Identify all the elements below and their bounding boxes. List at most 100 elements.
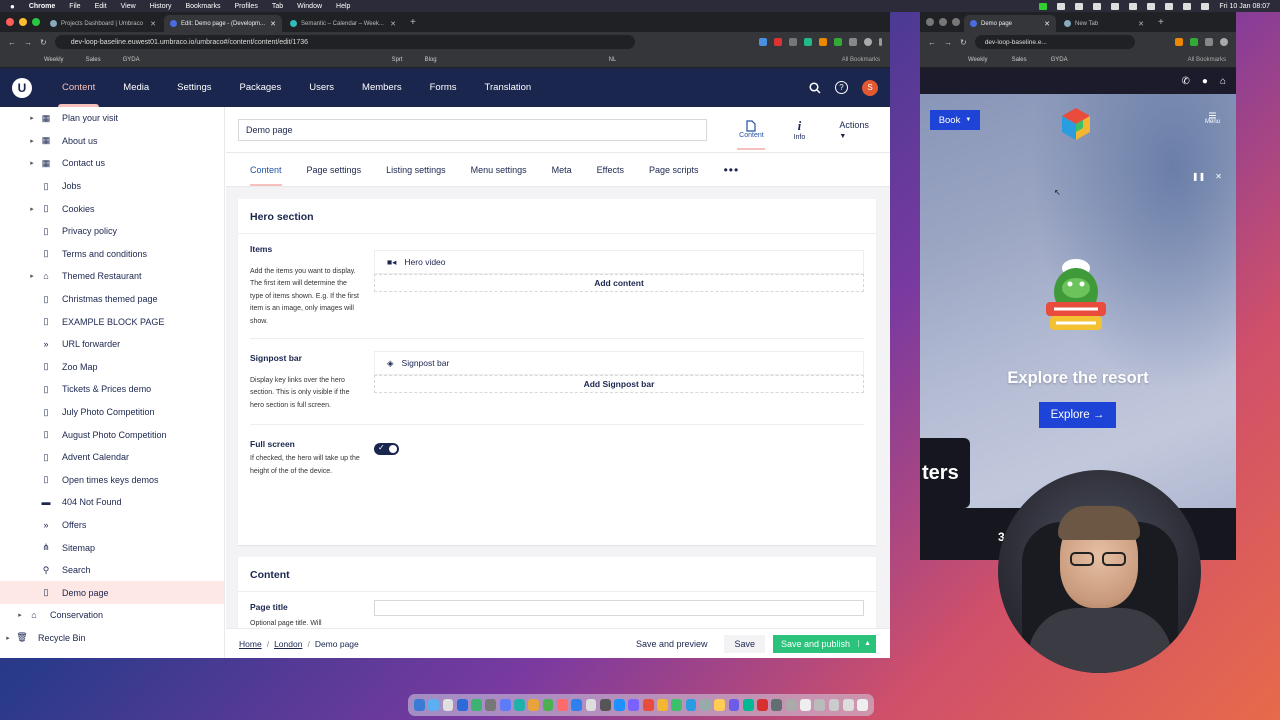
facetime-icon[interactable] — [1039, 2, 1048, 10]
extension-icon[interactable] — [1205, 38, 1213, 46]
extension-icon[interactable] — [834, 38, 842, 46]
dock-app-icon[interactable] — [442, 699, 454, 711]
forward-icon[interactable]: → — [944, 38, 952, 47]
dock-app-icon[interactable] — [542, 699, 554, 711]
umbraco-logo[interactable]: U — [12, 77, 32, 98]
menubar-app-name[interactable]: Chrome — [29, 3, 55, 10]
site-logo-icon[interactable] — [1058, 106, 1094, 142]
url-field[interactable]: dev-loop-baseline.euwest01.umbraco.io/um… — [54, 35, 635, 49]
dock-app-icon[interactable] — [857, 699, 868, 711]
bookmark-weekly[interactable]: Weekly — [44, 57, 64, 63]
menubar-clock[interactable]: Fri 10 Jan 08:07 — [1219, 3, 1270, 10]
tab-listing-settings[interactable]: Listing settings — [386, 153, 446, 186]
dock-app-icon[interactable] — [814, 699, 826, 711]
section-settings[interactable]: Settings — [163, 68, 225, 107]
dock-app-icon[interactable] — [800, 699, 811, 711]
dock-app-icon[interactable] — [428, 699, 440, 711]
save-and-preview-button[interactable]: Save and preview — [627, 639, 717, 649]
section-forms[interactable]: Forms — [416, 68, 471, 107]
status-icon[interactable] — [1147, 2, 1156, 10]
expand-caret-icon[interactable]: ▸ — [14, 611, 26, 619]
close-tab-icon[interactable]: ✕ — [1044, 20, 1050, 28]
profile-icon[interactable] — [864, 38, 872, 46]
menu-edit[interactable]: Edit — [95, 3, 107, 10]
tree-item[interactable]: ▯ Privacy policy — [0, 220, 224, 243]
extension-icon[interactable] — [759, 38, 767, 46]
bookmark-weekly[interactable]: Weekly — [968, 57, 988, 63]
tree-item[interactable]: ▸ ▦ About us — [0, 130, 224, 153]
section-packages[interactable]: Packages — [225, 68, 295, 107]
tree-item[interactable]: ⋔ Sitemap — [0, 536, 224, 559]
forward-icon[interactable]: → — [24, 38, 32, 47]
tree-item[interactable]: ▯ Demo page — [0, 581, 224, 605]
tree-item[interactable]: ▯ EXAMPLE BLOCK PAGE — [0, 310, 224, 333]
browser-tab[interactable]: Semantic – Calendar – Week... ✕ — [284, 15, 402, 32]
bookmark-nl[interactable]: NL — [609, 57, 617, 63]
expand-caret-icon[interactable]: ▸ — [26, 137, 38, 145]
dock-app-icon[interactable] — [499, 699, 511, 711]
more-tabs-icon[interactable]: ••• — [724, 153, 740, 186]
section-users[interactable]: Users — [295, 68, 348, 107]
section-members[interactable]: Members — [348, 68, 416, 107]
extension-icon[interactable] — [774, 38, 782, 46]
dock-app-icon[interactable] — [585, 699, 597, 711]
dock-app-icon[interactable] — [614, 699, 625, 711]
dock-app-icon[interactable] — [842, 699, 854, 711]
expand-caret-icon[interactable]: ▸ — [2, 634, 14, 642]
tree-item[interactable]: ▸ ▦ Contact us — [0, 152, 224, 175]
reload-icon[interactable]: ↻ — [40, 38, 47, 47]
dock-app-icon[interactable] — [571, 699, 583, 711]
section-translation[interactable]: Translation — [471, 68, 546, 107]
tree-item[interactable]: ▸ ▦ Plan your visit — [0, 107, 224, 130]
tree-item[interactable]: ▯ Tickets & Prices demo — [0, 378, 224, 401]
search-icon[interactable] — [1183, 2, 1192, 10]
extension-icon[interactable] — [819, 38, 827, 46]
all-bookmarks[interactable]: All Bookmarks — [842, 57, 880, 63]
extension-icon[interactable] — [849, 38, 857, 46]
add-signpost-bar-button[interactable]: Add Signpost bar — [374, 375, 864, 394]
tab-menu-settings[interactable]: Menu settings — [471, 153, 527, 186]
phone-icon[interactable]: ✆ — [1182, 76, 1190, 87]
status-icon[interactable] — [1075, 2, 1084, 10]
minimize-window-button[interactable] — [939, 18, 947, 26]
extension-icon[interactable] — [804, 38, 812, 46]
tab-effects[interactable]: Effects — [597, 153, 624, 186]
dock-app-icon[interactable] — [628, 699, 640, 711]
breadcrumb-home[interactable]: Home — [239, 639, 262, 649]
kebab-menu-icon[interactable] — [879, 38, 882, 46]
dock-app-icon[interactable] — [771, 699, 783, 711]
extension-icon[interactable] — [1175, 38, 1183, 46]
bookmark-sales[interactable]: Sales — [86, 57, 101, 63]
site-menu-button[interactable]: ≡ Menu — [1205, 108, 1220, 125]
tree-item[interactable]: ▯ August Photo Competition — [0, 423, 224, 446]
tree-item[interactable]: ▸ ⌂ Themed Restaurant — [0, 265, 224, 288]
tree-item[interactable]: ▯ July Photo Competition — [0, 401, 224, 424]
all-bookmarks[interactable]: All Bookmarks — [1188, 57, 1226, 63]
tree-item[interactable]: ▯ Terms and conditions — [0, 243, 224, 266]
status-icon[interactable] — [1129, 2, 1138, 10]
close-tab-icon[interactable]: ✕ — [1138, 20, 1144, 28]
menu-window[interactable]: Window — [297, 3, 322, 10]
menu-tab[interactable]: Tab — [272, 3, 283, 10]
reload-icon[interactable]: ↻ — [960, 38, 967, 47]
content-app-content[interactable]: Content — [729, 110, 773, 150]
tree-item[interactable]: ▸ 🗑︎ Recycle Bin — [0, 627, 224, 650]
browser-tab-active[interactable]: Edit: Demo page - (Developm... ✕ — [164, 15, 282, 32]
tree-item[interactable]: » URL forwarder — [0, 333, 224, 356]
dock-app-icon[interactable] — [556, 699, 568, 711]
menu-file[interactable]: File — [69, 3, 80, 10]
tree-item[interactable]: ▸ ⌂ Conservation — [0, 604, 224, 627]
help-icon[interactable]: ? — [835, 81, 848, 94]
status-icon[interactable] — [1093, 2, 1102, 10]
caret-up-icon[interactable]: ▲ — [858, 640, 876, 647]
breadcrumb-london[interactable]: London — [274, 639, 302, 649]
dock-app-icon[interactable] — [671, 699, 683, 711]
new-tab-button[interactable]: + — [1152, 17, 1170, 28]
dock-app-icon[interactable] — [685, 699, 697, 711]
extension-icon[interactable] — [789, 38, 797, 46]
browser-tab-active[interactable]: Demo page ✕ — [964, 15, 1056, 32]
browser-tab[interactable]: New Tab ✕ — [1058, 15, 1150, 32]
back-icon[interactable]: ← — [928, 38, 936, 47]
expand-caret-icon[interactable]: ▸ — [26, 159, 38, 167]
close-tab-icon[interactable]: ✕ — [390, 20, 396, 28]
